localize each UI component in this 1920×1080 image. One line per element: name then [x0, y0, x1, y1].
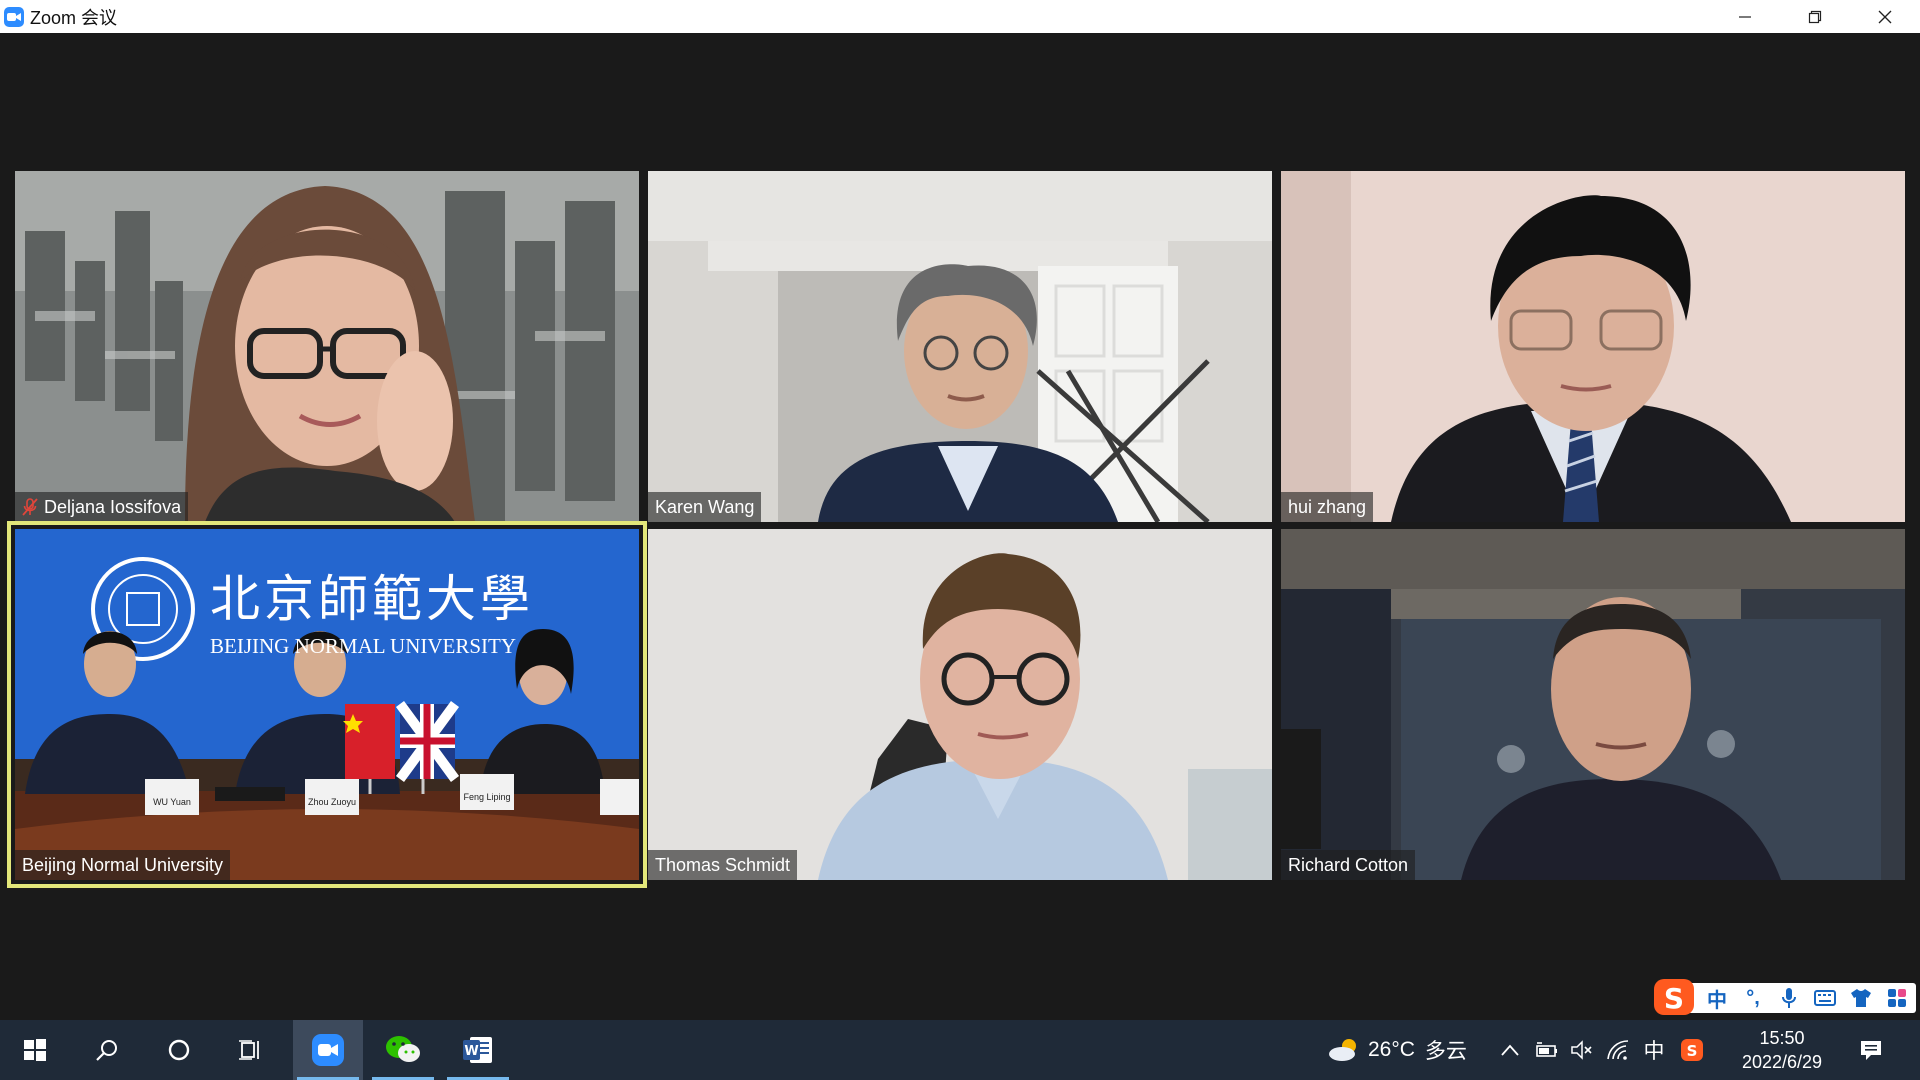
sogou-tray-icon[interactable]: S	[1676, 1020, 1708, 1080]
shirt-icon[interactable]	[1846, 983, 1876, 1013]
weather-cloud-icon[interactable]	[1326, 1020, 1362, 1080]
participant-name-label: Deljana Iossifova	[15, 492, 189, 522]
banner-chinese: 北京師範大學	[210, 570, 534, 628]
task-view-icon[interactable]	[216, 1020, 286, 1080]
nameplate: WU Yuan	[153, 797, 191, 807]
zoom-app-icon	[4, 6, 24, 27]
clock-date: 2022/6/29	[1741, 1052, 1823, 1072]
video-tile-beijing-normal-university[interactable]: 北京師範大學 BEIJING NORMAL UNIVERSITY WU Yuan…	[7, 521, 647, 888]
participant-name: Beijing Normal University	[22, 854, 224, 875]
clock-time: 15:50	[1759, 1028, 1805, 1048]
muted-mic-icon	[22, 498, 38, 516]
search-icon[interactable]	[72, 1020, 142, 1080]
video-tile-richard-cotton[interactable]: Richard Cotton	[1281, 529, 1905, 880]
video-tile-hui-zhang[interactable]: hui zhang	[1281, 171, 1905, 522]
clock[interactable]: 15:50 2022/6/29	[1722, 1020, 1842, 1080]
participant-name-label: Beijing Normal University	[15, 850, 231, 880]
banner-english: BEIJING NORMAL UNIVERSITY	[210, 634, 517, 658]
participant-name: Karen Wang	[655, 496, 755, 517]
weather-temperature: 26°C	[1368, 1038, 1415, 1061]
microphone-icon[interactable]	[1774, 983, 1804, 1013]
video-tile-karen-wang[interactable]: Karen Wang	[648, 171, 1272, 522]
cortana-icon[interactable]	[144, 1020, 214, 1080]
window-controls	[1710, 0, 1920, 33]
nameplate: Zhou Zuoyu	[307, 797, 357, 807]
participant-name: Richard Cotton	[1288, 854, 1409, 875]
video-feed	[648, 171, 1272, 522]
word-icon[interactable]: W	[443, 1020, 513, 1080]
close-button[interactable]	[1850, 0, 1920, 33]
ime-punctuation-toggle[interactable]: °,	[1738, 983, 1768, 1013]
title-bar: Zoom 会议	[0, 0, 1920, 33]
video-tile-thomas-schmidt[interactable]: Thomas Schmidt	[648, 529, 1272, 880]
ime-mode-toggle[interactable]: 中	[1702, 983, 1732, 1013]
participant-name: Deljana Iossifova	[44, 496, 182, 517]
chevron-up-icon[interactable]	[1496, 1020, 1524, 1080]
video-feed	[1281, 171, 1905, 522]
svg-text:W: W	[464, 1044, 478, 1059]
participant-name: Thomas Schmidt	[655, 854, 791, 875]
zoom-icon[interactable]	[293, 1020, 363, 1080]
participant-name-label: hui zhang	[1281, 492, 1374, 522]
volume-muted-icon[interactable]	[1566, 1020, 1598, 1080]
sogou-logo-icon[interactable]: S	[1650, 975, 1698, 1019]
participant-name-label: Karen Wang	[648, 492, 762, 522]
video-tile-deljana[interactable]: Deljana Iossifova	[15, 171, 639, 522]
meeting-gallery: Deljana Iossifova Karen Wang hui zhang 北…	[0, 33, 1920, 1020]
battery-icon[interactable]	[1530, 1020, 1562, 1080]
ime-language-indicator[interactable]: 中	[1638, 1020, 1670, 1080]
participant-name-label: Thomas Schmidt	[648, 850, 798, 880]
video-feed	[1281, 529, 1905, 880]
wechat-icon[interactable]	[368, 1020, 438, 1080]
restore-button[interactable]	[1780, 0, 1850, 33]
weather-condition: 多云	[1424, 1040, 1467, 1063]
taskbar: W 26°C 多云 中 S 15:50 2022/6/29	[0, 1020, 1920, 1080]
participant-name: hui zhang	[1288, 496, 1367, 517]
ime-toolbar: S 中 °,	[1650, 975, 1916, 1019]
wifi-icon[interactable]	[1602, 1020, 1634, 1080]
start-icon[interactable]	[0, 1020, 70, 1080]
notification-icon[interactable]	[1846, 1020, 1896, 1080]
svg-text:S: S	[1664, 982, 1684, 1015]
svg-text:S: S	[1687, 1042, 1698, 1060]
weather-widget[interactable]: 26°C 多云	[1368, 1020, 1480, 1080]
video-feed	[15, 171, 639, 522]
grid-icon[interactable]	[1882, 983, 1912, 1013]
minimize-button[interactable]	[1710, 0, 1780, 33]
participant-name-label: Richard Cotton	[1281, 850, 1416, 880]
keyboard-icon[interactable]	[1810, 983, 1840, 1013]
nameplate: Feng Liping	[463, 792, 511, 802]
window-title: Zoom 会议	[30, 7, 118, 28]
video-feed	[648, 529, 1272, 880]
